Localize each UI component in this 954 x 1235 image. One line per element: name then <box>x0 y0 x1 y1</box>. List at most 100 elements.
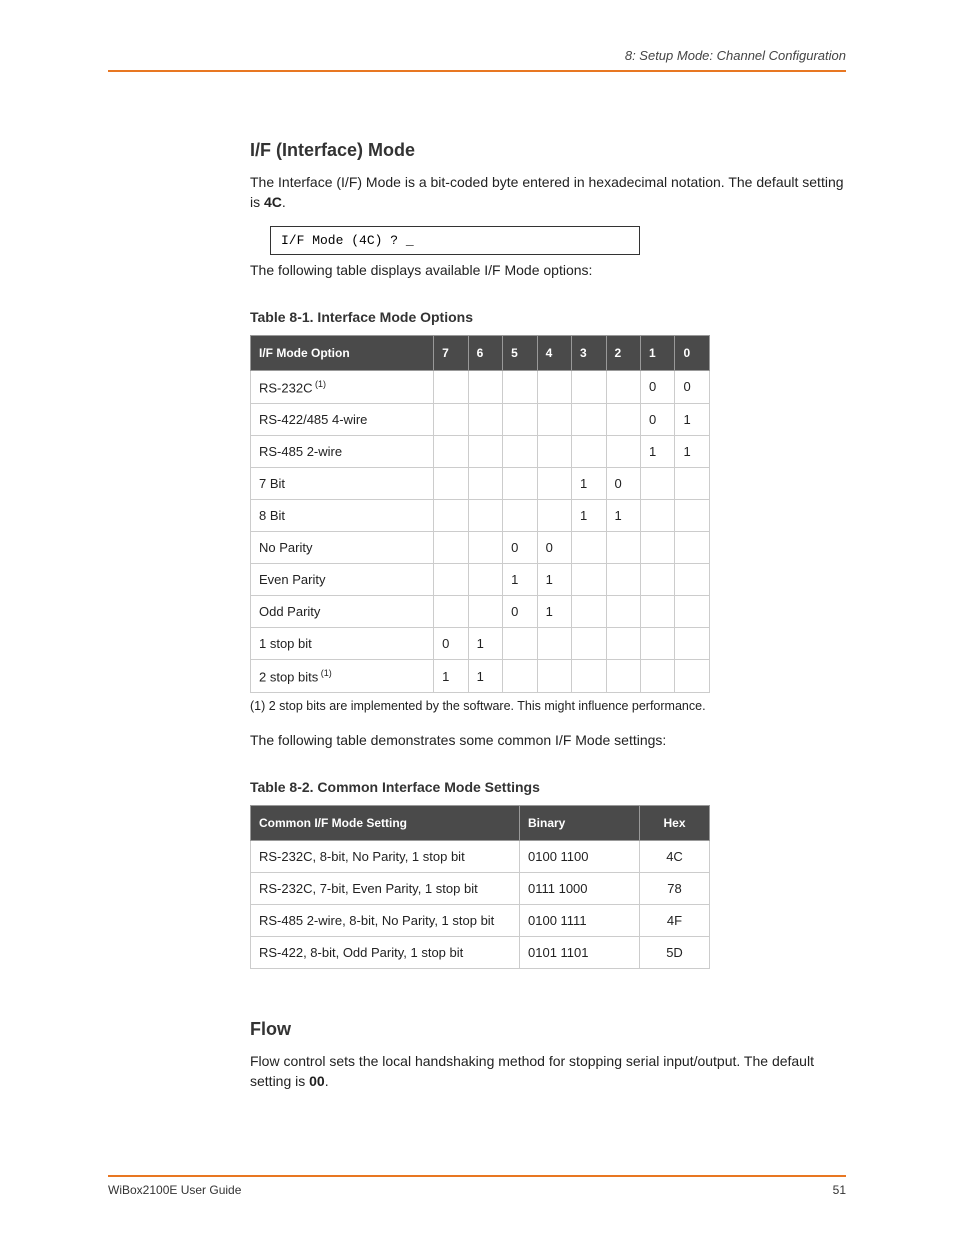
table1-header-row: I/F Mode Option 7 6 5 4 3 2 1 0 <box>251 335 710 370</box>
table1-bit-cell <box>434 468 468 500</box>
table1-bit-cell <box>468 596 502 628</box>
table1-bit-cell <box>675 628 710 660</box>
table2-setting-cell: RS-232C, 7-bit, Even Parity, 1 stop bit <box>251 873 520 905</box>
table1-bit-cell <box>537 436 571 468</box>
superscript-note: (1) <box>312 379 326 389</box>
table2-binary-cell: 0111 1000 <box>520 873 640 905</box>
table-row: RS-485 2-wire, 8-bit, No Parity, 1 stop … <box>251 905 710 937</box>
table1-header-bit1: 1 <box>640 335 674 370</box>
table1-bit-cell: 1 <box>503 564 537 596</box>
table2-title: Table 8-2. Common Interface Mode Setting… <box>250 779 846 795</box>
running-header: 8: Setup Mode: Channel Configuration <box>625 48 846 63</box>
table1-bit-cell <box>640 596 674 628</box>
table1-bit-cell <box>537 660 571 693</box>
table1-bit-cell <box>434 500 468 532</box>
table2-header-hex: Hex <box>640 806 710 841</box>
table1-bit-cell: 0 <box>537 532 571 564</box>
table1-bit-cell <box>572 564 606 596</box>
table1-bit-cell <box>640 564 674 596</box>
table1-bit-cell <box>537 370 571 403</box>
interface-mode-options-table: I/F Mode Option 7 6 5 4 3 2 1 0 RS-232C … <box>250 335 710 694</box>
header-rule <box>108 70 846 72</box>
table2-setting-cell: RS-422, 8-bit, Odd Parity, 1 stop bit <box>251 937 520 969</box>
table1-bit-cell <box>640 532 674 564</box>
table1-row-label: RS-485 2-wire <box>251 436 434 468</box>
ifmode-default-value: 4C <box>264 194 282 210</box>
table1-bit-cell <box>640 660 674 693</box>
table1-bit-cell: 0 <box>434 628 468 660</box>
table1-bit-cell <box>675 500 710 532</box>
table-row: RS-232C, 8-bit, No Parity, 1 stop bit010… <box>251 841 710 873</box>
ifmode-intro: The Interface (I/F) Mode is a bit-coded … <box>250 173 846 212</box>
table1-bit-cell <box>572 370 606 403</box>
table1-bit-cell: 1 <box>640 436 674 468</box>
table1-bit-cell: 0 <box>606 468 640 500</box>
table1-header-bit7: 7 <box>434 335 468 370</box>
table1-bit-cell: 0 <box>675 370 710 403</box>
table1-bit-cell <box>572 628 606 660</box>
table1-row-label: Odd Parity <box>251 596 434 628</box>
table1-bit-cell: 1 <box>468 660 502 693</box>
table1-bit-cell <box>606 370 640 403</box>
table1-bit-cell: 0 <box>640 370 674 403</box>
table1-bit-cell <box>468 532 502 564</box>
table1-row-label: No Parity <box>251 532 434 564</box>
table1-bit-cell: 1 <box>606 500 640 532</box>
table1-title: Table 8-1. Interface Mode Options <box>250 309 846 325</box>
superscript-note: (1) <box>318 668 332 678</box>
table-row: 8 Bit 11 <box>251 500 710 532</box>
table1-bit-cell <box>606 660 640 693</box>
table2-setting-cell: RS-232C, 8-bit, No Parity, 1 stop bit <box>251 841 520 873</box>
table1-bit-cell <box>572 660 606 693</box>
table1-row-label: 2 stop bits (1) <box>251 660 434 693</box>
table1-bit-cell <box>434 596 468 628</box>
table1-bit-cell: 0 <box>503 532 537 564</box>
table1-header-bit5: 5 <box>503 335 537 370</box>
table1-bit-cell <box>503 500 537 532</box>
table1-bit-cell <box>675 596 710 628</box>
table1-bit-cell <box>640 628 674 660</box>
table1-bit-cell <box>434 564 468 596</box>
table1-bit-cell <box>503 660 537 693</box>
table2-header-setting: Common I/F Mode Setting <box>251 806 520 841</box>
table1-bit-cell <box>537 628 571 660</box>
ifmode-options-lead: The following table displays available I… <box>250 261 846 281</box>
table1-bit-cell <box>572 532 606 564</box>
table1-bit-cell <box>675 660 710 693</box>
table1-bit-cell <box>503 628 537 660</box>
table1-bit-cell <box>434 532 468 564</box>
period: . <box>282 194 286 210</box>
code-prompt-box: I/F Mode (4C) ? _ <box>270 226 640 255</box>
table1-bit-cell: 1 <box>468 628 502 660</box>
table1-row-label: Even Parity <box>251 564 434 596</box>
table1-bit-cell <box>503 436 537 468</box>
page-content: I/F (Interface) Mode The Interface (I/F)… <box>250 140 846 1105</box>
common-interface-mode-table: Common I/F Mode Setting Binary Hex RS-23… <box>250 805 710 969</box>
table1-bit-cell <box>468 500 502 532</box>
table1-bit-cell <box>468 468 502 500</box>
table-row: Even Parity 11 <box>251 564 710 596</box>
table1-bit-cell: 1 <box>434 660 468 693</box>
flow-default-value: 00 <box>309 1073 325 1089</box>
table-row: RS-485 2-wire11 <box>251 436 710 468</box>
table-row: RS-422/485 4-wire01 <box>251 404 710 436</box>
table1-bit-cell: 0 <box>640 404 674 436</box>
table1-bit-cell <box>503 468 537 500</box>
table1-row-label: 8 Bit <box>251 500 434 532</box>
table1-bit-cell: 1 <box>572 500 606 532</box>
table1-bit-cell: 1 <box>537 564 571 596</box>
table1-bit-cell <box>537 468 571 500</box>
table1-row-label: 7 Bit <box>251 468 434 500</box>
table1-bit-cell <box>572 436 606 468</box>
table1-header-bit3: 3 <box>572 335 606 370</box>
flow-intro-prefix: Flow control sets the local handshaking … <box>250 1053 814 1089</box>
table1-bit-cell <box>606 628 640 660</box>
table1-header-bit2: 2 <box>606 335 640 370</box>
table1-row-label: RS-232C (1) <box>251 370 434 403</box>
table2-hex-cell: 5D <box>640 937 710 969</box>
footer-left: WiBox2100E User Guide <box>108 1183 241 1197</box>
ifmode-intro-prefix: The Interface (I/F) Mode is a bit-coded … <box>250 174 844 210</box>
table1-bit-cell <box>606 532 640 564</box>
table1-bit-cell <box>606 596 640 628</box>
table1-bit-cell <box>606 404 640 436</box>
